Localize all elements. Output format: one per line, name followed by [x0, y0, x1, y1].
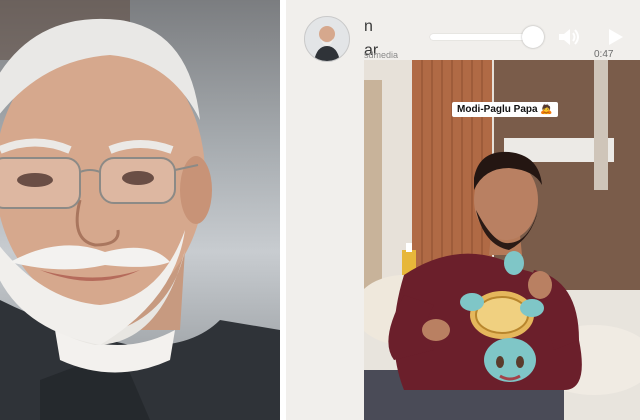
account-name-line-1[interactable]: n: [364, 18, 373, 36]
seek-handle[interactable]: [522, 26, 544, 48]
avatar-image: [305, 17, 349, 61]
player-topbar: n ar sdmedia 0:47: [286, 0, 640, 64]
video-frame[interactable]: Modi-Paglu Papa 🙇: [364, 60, 640, 420]
video-caption: Modi-Paglu Papa 🙇: [452, 102, 558, 117]
playback-time: 0:47: [594, 49, 614, 60]
story-player[interactable]: Modi-Paglu Papa 🙇 n ar sdmedia 0:47: [286, 0, 640, 420]
portrait-image: [0, 0, 280, 420]
credit-text: sdmedia: [364, 50, 399, 60]
portrait-illustration: [0, 18, 280, 420]
play-icon[interactable]: [604, 26, 626, 48]
volume-icon[interactable]: [556, 26, 580, 48]
avatar[interactable]: [304, 16, 350, 62]
